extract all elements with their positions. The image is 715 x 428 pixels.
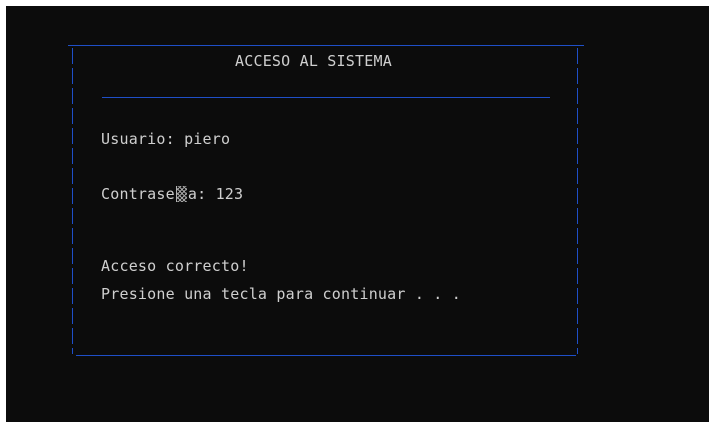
box-border-bottom xyxy=(76,355,576,356)
username-value: piero xyxy=(184,130,231,148)
password-line: Contrase a: 123 xyxy=(101,185,243,203)
console-window: ACCESO AL SISTEMA Usuario: piero Contras… xyxy=(6,6,709,422)
username-label: Usuario: xyxy=(101,130,185,148)
continue-prompt: Presione una tecla para continuar . . . xyxy=(101,285,461,303)
password-value: 123 xyxy=(215,185,244,203)
unrecognized-character-glyph-icon xyxy=(175,186,187,202)
password-label-end: a: xyxy=(187,185,216,203)
box-border-right xyxy=(577,48,578,354)
box-border-top xyxy=(68,45,584,46)
password-label-start: Contrase xyxy=(101,185,175,203)
box-border-left xyxy=(72,48,73,354)
success-message: Acceso correcto! xyxy=(101,257,249,275)
username-line: Usuario: piero xyxy=(101,130,230,148)
screen-title: ACCESO AL SISTEMA xyxy=(235,52,392,70)
title-divider xyxy=(102,97,550,98)
